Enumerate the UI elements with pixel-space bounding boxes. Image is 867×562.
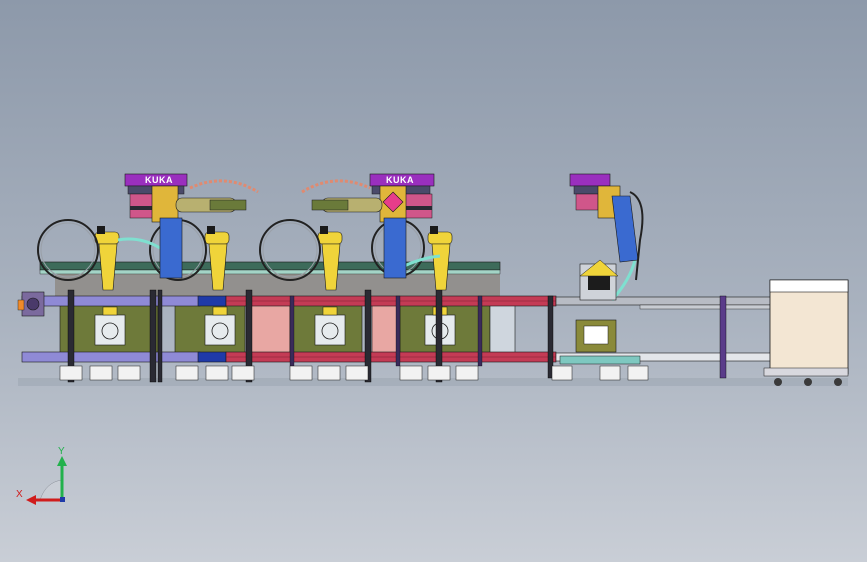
leveling-feet [59, 365, 649, 381]
drive-motor [17, 291, 45, 317]
assembly-line-cad-view: KUKA KUKA Y X [16, 173, 849, 505]
y-axis-label: Y [58, 446, 65, 457]
kuka-logo-left: KUKA [145, 175, 173, 185]
handling-robot [569, 173, 644, 301]
x-axis-label: X [16, 489, 23, 500]
coordinate-triad: Y X [16, 446, 67, 505]
part-loader [559, 319, 641, 365]
kuka-logo-right: KUKA [386, 175, 414, 185]
control-cabinet [763, 279, 849, 386]
